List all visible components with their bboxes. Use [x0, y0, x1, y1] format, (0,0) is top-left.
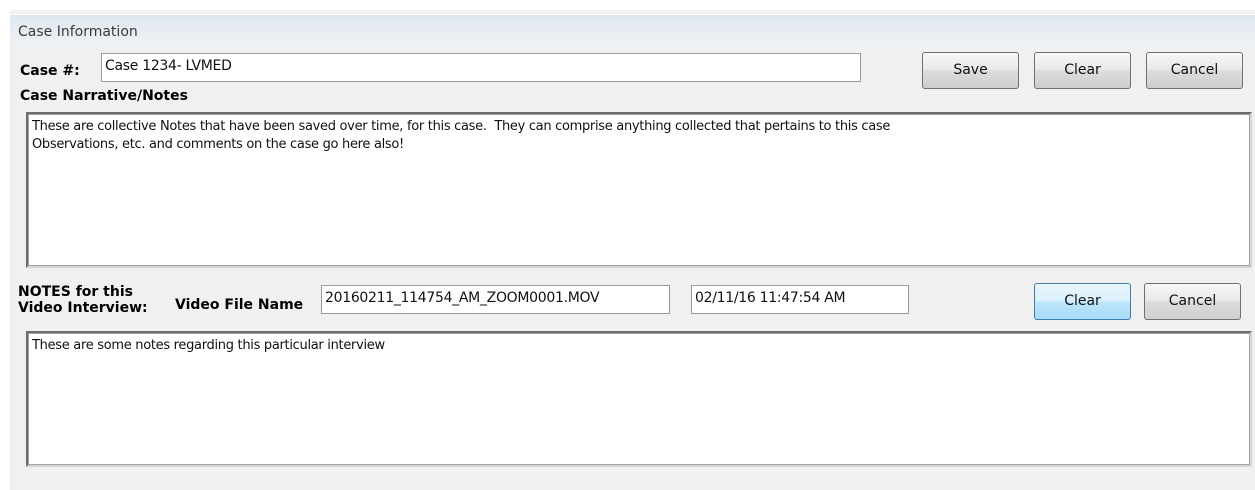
video-file-name-label: Video File Name	[175, 297, 304, 313]
case-number-label: Case #:	[20, 63, 80, 79]
case-narrative-textarea[interactable]: These are collective Notes that have bee…	[26, 112, 1252, 268]
title-bar: Case Information	[10, 14, 1255, 49]
interview-notes-textarea[interactable]: These are some notes regarding this part…	[26, 331, 1252, 467]
case-information-panel: Case Information Case #: Case 1234- LVME…	[10, 10, 1255, 490]
case-narrative-label: Case Narrative/Notes	[20, 88, 188, 104]
interview-timestamp-input[interactable]: 02/11/16 11:47:54 AM	[691, 285, 909, 314]
window-title: Case Information	[18, 24, 138, 40]
save-button[interactable]: Save	[922, 52, 1019, 89]
interview-clear-button[interactable]: Clear	[1034, 283, 1131, 320]
interview-cancel-button[interactable]: Cancel	[1144, 283, 1241, 320]
interview-notes-label: NOTES for this Video Interview:	[18, 284, 148, 316]
interview-notes-label-line2: Video Interview:	[18, 300, 148, 316]
interview-notes-label-line1: NOTES for this	[18, 284, 133, 300]
case-clear-button[interactable]: Clear	[1034, 52, 1131, 89]
case-number-input[interactable]: Case 1234- LVMED	[101, 53, 861, 82]
video-file-name-input[interactable]: 20160211_114754_AM_ZOOM0001.MOV	[321, 285, 670, 314]
case-cancel-button[interactable]: Cancel	[1146, 52, 1243, 89]
